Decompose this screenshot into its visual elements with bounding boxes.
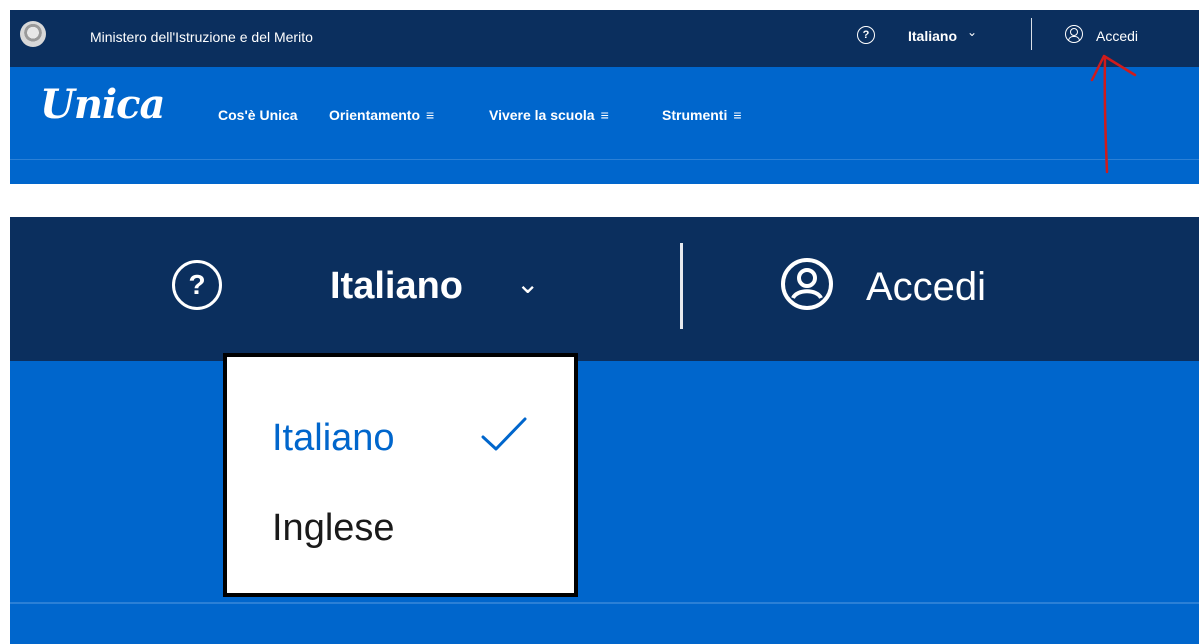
header-screenshot: Ministero dell'Istruzione e del Merito ?… [10,10,1199,184]
language-selector[interactable]: Italiano [908,28,957,44]
help-icon[interactable]: ? [857,26,875,44]
check-icon [481,417,527,451]
language-dropdown: Italiano Inglese [223,353,578,597]
divider [680,243,683,329]
chevron-down-icon[interactable]: ⌄ [967,25,977,39]
language-selector[interactable]: Italiano [330,265,463,308]
zoomed-screenshot: ? Italiano ⌄ Accedi Italiano Inglese [10,217,1199,644]
nav-divider [10,159,1199,160]
top-bar: Ministero dell'Istruzione e del Merito ?… [10,10,1199,67]
arrow-annotation [1090,54,1137,174]
divider [1031,18,1032,50]
emblem-icon [20,21,46,47]
top-bar-zoomed: ? Italiano ⌄ Accedi [10,217,1199,361]
nav-item-label: Strumenti [662,107,728,123]
unica-logo[interactable]: Unica [40,81,165,128]
chevron-down-icon[interactable]: ⌄ [516,267,539,300]
nav-item-strumenti[interactable]: Strumenti ≡ [662,107,742,123]
nav-bar: Unica Cos'è Unica Orientamento ≡ Vivere l… [10,67,1199,184]
ministry-link[interactable]: Ministero dell'Istruzione e del Merito [90,29,313,45]
menu-icon: ≡ [600,107,609,123]
nav-divider [10,602,1199,604]
nav-item-label: Orientamento [329,107,421,123]
login-button[interactable]: Accedi [866,265,986,310]
nav-item-label: Cos'è Unica [218,107,298,123]
help-icon[interactable]: ? [172,260,222,310]
menu-icon: ≡ [733,107,742,123]
nav-item-vivere-la-scuola[interactable]: Vivere la scuola ≡ [489,107,609,123]
user-icon[interactable] [780,257,834,311]
nav-item-cose-unica[interactable]: Cos'è Unica [218,107,298,123]
nav-item-orientamento[interactable]: Orientamento ≡ [329,107,434,123]
menu-icon: ≡ [426,107,435,123]
language-option-italiano[interactable]: Italiano [272,417,395,460]
user-icon[interactable] [1065,25,1083,43]
login-button[interactable]: Accedi [1096,28,1138,44]
language-option-inglese[interactable]: Inglese [272,507,395,550]
nav-item-label: Vivere la scuola [489,107,595,123]
nav-bar-zoomed [10,361,1199,644]
